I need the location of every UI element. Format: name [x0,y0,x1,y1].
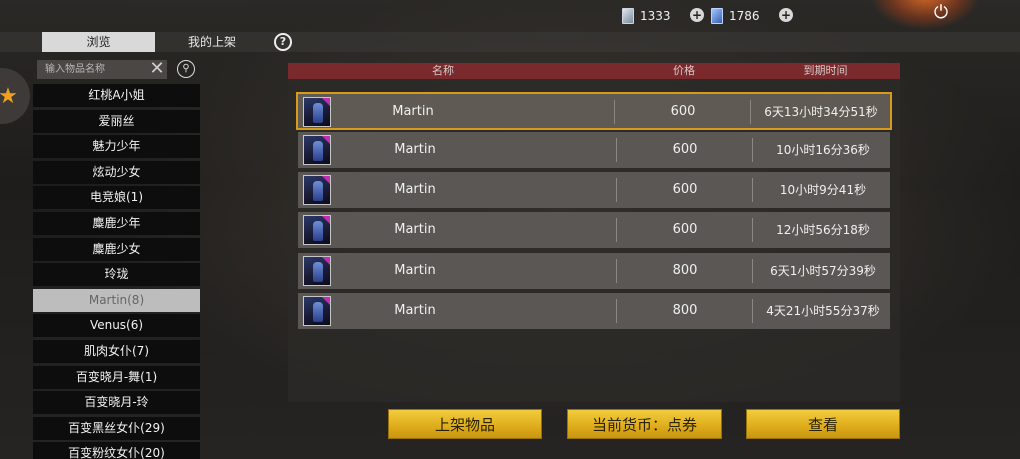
item-price: 600 [672,182,698,197]
category-item[interactable]: 玲珑 [33,263,200,287]
item-thumbnail [303,296,331,326]
top-bar: 1333 + 1786 + ⏻ [0,0,1020,32]
table-row[interactable]: Martin 800 6天1小时57分39秒 [298,253,890,289]
clear-icon[interactable]: ✕ [148,59,166,79]
gem-icon [711,8,723,24]
add-gem-button[interactable]: + [779,8,793,22]
side-menu-button[interactable]: ★ [0,68,30,124]
item-price: 600 [672,222,698,237]
currency-select-button[interactable]: 当前货币：点券 [567,409,722,439]
item-price: 600 [670,104,696,119]
view-button[interactable]: 查看 [746,409,900,439]
header-price: 价格 [673,64,695,77]
table-row[interactable]: Martin 600 10小时9分41秒 [298,172,890,208]
item-expire: 4天21小时55分37秒 [766,304,880,318]
item-name: Martin [394,303,436,318]
listing-panel: 名称 价格 到期时间 Martin 600 6天13小时34分51秒 Marti… [288,63,900,402]
tab-bar: 浏览 我的上架 ? [0,32,1020,52]
category-list[interactable]: 红桃A小姐 爱丽丝 魅力少年 炫动少女 电竞娘(1) 麋鹿少年 麋鹿少女 玲珑 … [33,84,200,459]
category-item[interactable]: 百变粉纹女仆(20) [33,442,200,459]
currency-gem: 1786 [711,8,760,24]
table-row[interactable]: Martin 600 10小时16分36秒 [298,132,890,168]
add-coupon-button[interactable]: + [690,8,704,22]
tab-my-listings[interactable]: 我的上架 [170,32,254,52]
category-item[interactable]: 魅力少年 [33,135,200,159]
item-expire: 10小时9分41秒 [779,183,867,197]
category-item[interactable]: 红桃A小姐 [33,84,200,107]
currency-coupon-value: 1333 [640,9,671,23]
table-header: 名称 价格 到期时间 [288,63,900,79]
item-name: Martin [394,182,436,197]
item-thumbnail [303,135,331,165]
category-item[interactable]: 百变晓月-玲 [33,391,200,415]
help-icon[interactable]: ? [274,33,292,51]
item-name: Martin [394,263,436,278]
item-expire: 10小时16分36秒 [776,143,870,157]
category-item[interactable]: 百变晓月-舞(1) [33,365,200,389]
item-price: 600 [672,142,698,157]
category-item-selected[interactable]: Martin(8) [33,288,200,312]
category-item[interactable]: 麋鹿少年 [33,211,200,235]
category-item[interactable]: 爱丽丝 [33,109,200,133]
item-expire: 6天1小时57分39秒 [770,264,876,278]
category-item[interactable]: 肌肉女仆(7) [33,339,200,363]
search-icon[interactable]: ⚲ [177,60,195,78]
item-name: Martin [394,142,436,157]
power-icon[interactable]: ⏻ [930,2,952,24]
category-item[interactable]: 电竞娘(1) [33,186,200,210]
table-row[interactable]: Martin 800 4天21小时55分37秒 [298,293,890,329]
item-thumbnail [303,97,331,127]
item-thumbnail [303,215,331,245]
item-price: 800 [672,303,698,318]
card-icon [622,8,634,24]
item-price: 800 [672,263,698,278]
item-thumbnail [303,175,331,205]
currency-coupon: 1333 [622,8,671,24]
tab-browse[interactable]: 浏览 [42,32,155,52]
list-item-button[interactable]: 上架物品 [388,409,542,439]
star-icon: ★ [0,83,18,109]
category-item[interactable]: 炫动少女 [33,160,200,184]
table-row[interactable]: Martin 600 6天13小时34分51秒 [296,92,892,130]
category-item[interactable]: 百变黑丝女仆(29) [33,416,200,440]
item-name: Martin [394,222,436,237]
category-item[interactable]: Venus(6) [33,314,200,338]
table-row[interactable]: Martin 600 12小时56分18秒 [298,212,890,248]
item-expire: 12小时56分18秒 [776,223,870,237]
header-expire: 到期时间 [803,64,848,77]
item-name: Martin [392,104,434,119]
header-name: 名称 [432,64,454,77]
item-expire: 6天13小时34分51秒 [764,105,878,119]
currency-gem-value: 1786 [729,9,760,23]
category-item[interactable]: 麋鹿少女 [33,237,200,261]
item-thumbnail [303,256,331,286]
